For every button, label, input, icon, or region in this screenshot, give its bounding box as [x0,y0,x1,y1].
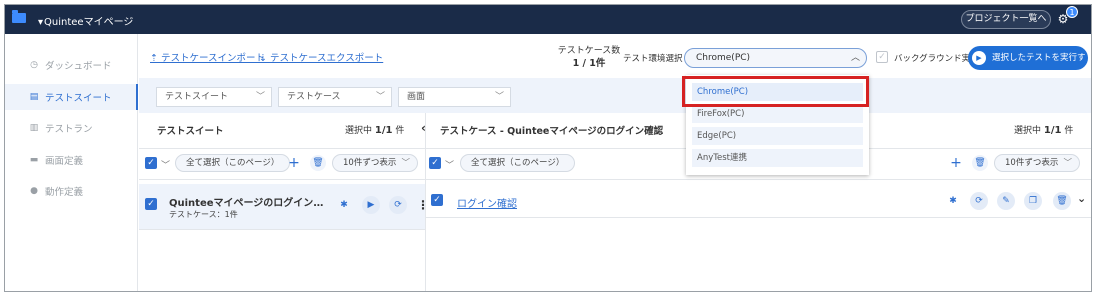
suite-row-subtitle: テストケース：1件 [169,210,238,219]
notification-badge[interactable]: 1 [1066,6,1078,18]
sidebar-item-action-definition[interactable]: ● 動作定義 [5,178,138,204]
right-page-size-select[interactable]: 10件ずつ表示 ﹀ [994,154,1080,172]
trash-icon[interactable]: 🗑 [310,155,326,171]
left-panel-title: テストスイート [157,126,224,137]
test-case-count-value: 1 / 1件 [572,58,606,69]
sidebar-item-label: ダッシュボード [45,61,112,72]
case-filter-label: テストケース [287,92,341,102]
suite-filter-label: テストスイート [165,92,229,102]
add-icon[interactable]: + [948,155,964,171]
sidebar-item-screen-definition[interactable]: ▬ 画面定義 [5,147,138,173]
app-window: Quinteeマイページ プロジェクト一覧へ ⚙ 1 ◷ ダッシュボード ▤ テ… [4,4,1092,292]
env-select-label: テスト環境選択 [623,54,683,64]
bug-icon[interactable]: ✱ [335,196,353,214]
folder-icon [12,10,26,23]
right-select-all-button[interactable]: 全て選択（このページ） [460,154,576,172]
project-list-button[interactable]: プロジェクト一覧へ [961,10,1051,29]
divider [426,179,1091,180]
env-select[interactable]: Chrome(PC) ︿ [684,48,867,68]
right-select-all-checkbox[interactable]: ✓ [429,157,441,169]
env-option-edge[interactable]: Edge(PC) [692,127,863,145]
monitor-icon: ▬ [29,155,39,165]
sidebar-item-label: テストラン [45,124,93,135]
run-selected-tests-button[interactable]: ▶ 選択したテストを実行する [968,46,1088,87]
trash-icon[interactable]: 🗑 [1053,192,1071,210]
sidebar-item-test-suite[interactable]: ▤ テストスイート [5,84,138,110]
sidebar: ◷ ダッシュボード ▤ テストスイート ▥ テストラン ▬ 画面定義 ● 動作定… [5,34,138,291]
export-link-label: テストケースエクスポート [269,53,384,64]
doc-icon: ▥ [29,123,39,133]
list-icon: ▤ [29,92,39,102]
top-bar: Quinteeマイページ プロジェクト一覧へ ⚙ 1 [5,5,1091,34]
more-options-icon[interactable]: ⋮ [417,198,429,212]
clock-icon: ◷ [30,60,38,70]
panel-divider [425,113,426,291]
edit-icon[interactable]: ✎ [997,192,1015,210]
right-page-size-label: 10件ずつ表示 [1005,158,1059,168]
screen-filter-select[interactable]: 画面 ﹀ [398,87,511,107]
chevron-down-icon[interactable]: ﹀ [445,158,454,171]
background-run-checkbox[interactable]: ✓ [876,51,888,63]
refresh-icon[interactable]: ⟳ [389,196,407,214]
divider [139,148,425,149]
sidebar-item-label: 画面定義 [45,156,84,167]
refresh-icon[interactable]: ⟳ [970,192,988,210]
right-panel-title: テストケース - Quinteeマイページのログイン確認 [440,126,664,137]
chevron-down-icon: ﹀ [494,92,504,102]
divider [426,217,1091,218]
sidebar-item-test-run[interactable]: ▥ テストラン [5,115,138,141]
env-option-anytest[interactable]: AnyTest連携 [692,149,863,167]
chevron-down-icon: ﹀ [255,92,265,102]
chevron-up-icon: ︿ [850,53,860,63]
case-row-checkbox[interactable]: ✓ [431,194,443,206]
background-run-label: バックグラウンド実行 [894,54,979,64]
screen-filter-label: 画面 [407,92,426,102]
project-title[interactable]: Quinteeマイページ [38,13,133,28]
left-select-all-checkbox[interactable]: ✓ [145,157,157,169]
env-option-firefox[interactable]: FireFox(PC) [692,105,863,123]
right-selected-value: 1/1 [1043,125,1062,136]
chevron-down-icon: ﹀ [1063,158,1072,168]
left-page-size-select[interactable]: 10件ずつ表示 ﹀ [332,154,418,172]
play-icon: ▶ [972,51,986,65]
chevron-down-icon: ﹀ [401,158,410,168]
left-page-size-label: 10件ずつ表示 [343,158,397,168]
divider [139,179,425,180]
suite-row-checkbox[interactable]: ✓ [145,198,157,210]
env-select-value: Chrome(PC) [696,53,751,63]
left-select-all-button[interactable]: 全て選択（このページ） [175,154,291,172]
import-link-label: テストケースインポート [160,53,266,64]
trash-icon[interactable]: 🗑 [972,155,988,171]
play-icon[interactable]: ▶ [362,196,380,214]
sidebar-item-dashboard[interactable]: ◷ ダッシュボード [5,52,138,78]
chevron-down-icon[interactable]: ⌄ [1077,192,1086,205]
right-selected-count: 選択中 1/1 件 [1014,123,1073,136]
left-selected-count: 選択中 1/1 件 [345,123,404,136]
sidebar-item-label: 動作定義 [45,187,84,198]
copy-icon[interactable]: ❐ [1024,192,1042,210]
gear-icon: ● [30,186,38,196]
case-row-link[interactable]: ログイン確認 [457,195,517,210]
export-link[interactable]: ⇣ テストケースエクスポート [259,50,383,64]
add-icon[interactable]: + [286,155,302,171]
right-selected-label: 選択中 [1014,126,1042,136]
left-selected-label: 選択中 [345,126,373,136]
chevron-down-icon: ﹀ [375,92,385,102]
chevron-down-icon[interactable]: ﹀ [161,158,170,171]
suite-row-title[interactable]: Quinteeマイページのログイン確認 [169,194,329,209]
suite-filter-select[interactable]: テストスイート ﹀ [156,87,272,107]
left-selected-value: 1/1 [374,125,393,136]
highlight-box [682,76,869,107]
filter-bar: テストスイート ﹀ テストケース ﹀ 画面 ﹀ [139,78,1091,113]
sidebar-item-label: テストスイート [45,93,112,104]
import-link[interactable]: ⇡ テストケースインポート [150,50,265,64]
left-selected-unit: 件 [395,126,405,136]
right-selected-unit: 件 [1064,126,1074,136]
divider [139,229,425,230]
case-filter-select[interactable]: テストケース ﹀ [278,87,392,107]
bug-icon[interactable]: ✱ [944,192,962,210]
